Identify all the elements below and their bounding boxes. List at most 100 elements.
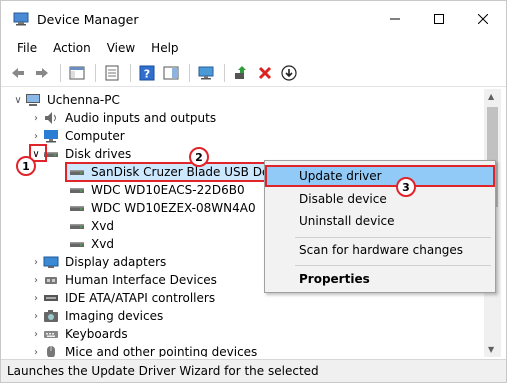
chevron-right-icon[interactable]: ›	[29, 271, 43, 289]
minimize-button[interactable]	[373, 1, 417, 37]
tree-item-xvd-1[interactable]: Xvd	[69, 217, 114, 235]
monitor-icon	[198, 66, 214, 79]
tree-item-label: Audio inputs and outputs	[65, 111, 217, 125]
menu-help[interactable]: Help	[143, 41, 186, 55]
status-bar: Launches the Update Driver Wizard for th…	[1, 359, 506, 382]
speaker-icon	[45, 112, 56, 124]
chevron-right-icon[interactable]: ›	[29, 127, 43, 145]
chevron-right-icon[interactable]: ›	[29, 253, 43, 271]
svg-text:?: ?	[144, 67, 150, 80]
status-text: Launches the Update Driver Wizard for th…	[7, 364, 319, 378]
tree-root[interactable]: ∨ Uchenna-PC	[11, 91, 120, 109]
camera-icon	[44, 310, 58, 322]
tree-item-label: Computer	[65, 129, 125, 143]
help-icon: ?	[139, 65, 155, 80]
chevron-right-icon[interactable]: ›	[29, 307, 43, 325]
close-button[interactable]	[461, 1, 505, 37]
window-title: Device Manager	[37, 12, 139, 27]
tree-item-sandisk[interactable]: SanDisk Cruzer Blade USB Device	[65, 162, 298, 182]
update-driver-button[interactable]	[230, 62, 252, 84]
step-badge-3: 3	[396, 177, 416, 197]
tree-item-label: Human Interface Devices	[65, 273, 217, 287]
tree-item-label: Imaging devices	[65, 309, 164, 323]
chevron-right-icon[interactable]: ›	[29, 343, 43, 358]
scroll-up-icon[interactable]: ▲	[488, 92, 494, 101]
uninstall-icon	[258, 66, 272, 79]
menu-item-properties[interactable]: Properties	[265, 268, 495, 290]
tree-item-ide[interactable]: › IDE ATA/ATAPI controllers	[29, 289, 215, 307]
tree-item-hid[interactable]: › Human Interface Devices	[29, 271, 217, 289]
update-driver-icon	[235, 65, 246, 79]
ide-icon	[44, 295, 58, 301]
properties-pane-icon	[69, 66, 85, 79]
tree-item-wdc-2[interactable]: WDC WD10EZEX-08WN4A0	[69, 199, 256, 217]
show-hide-console-tree-button[interactable]	[101, 62, 123, 84]
forward-button[interactable]	[31, 62, 53, 84]
tree-item-keyboards[interactable]: › Keyboards	[29, 325, 128, 343]
tree-item-label: WDC WD10EZEX-08WN4A0	[91, 201, 256, 215]
toolbar-separator	[224, 63, 225, 82]
menu-file[interactable]: File	[9, 41, 45, 55]
tree-item-label: Keyboards	[65, 327, 128, 341]
tree-item-wdc-1[interactable]: WDC WD10EACS-22D6B0	[69, 181, 245, 199]
computer-icon	[44, 130, 58, 143]
device-manager-window: Device Manager File Action View Help ? ∨…	[0, 0, 507, 383]
toolbar-separator	[189, 63, 190, 82]
tree-item-label: Xvd	[91, 219, 114, 233]
uninstall-button[interactable]	[254, 62, 276, 84]
tree-item-xvd-2[interactable]: Xvd	[69, 235, 114, 253]
tree-item-label: Display adapters	[65, 255, 167, 269]
menu-item-disable-device[interactable]: Disable device	[265, 188, 495, 210]
menu-bar: File Action View Help	[1, 37, 506, 59]
chevron-right-icon[interactable]: ›	[29, 325, 43, 343]
tree-item-mice[interactable]: › Mice and other pointing devices	[29, 343, 257, 357]
tree-item-label: WDC WD10EACS-22D6B0	[91, 183, 245, 197]
action-pane-button[interactable]	[160, 62, 182, 84]
maximize-icon	[434, 14, 444, 24]
device-manager-icon	[13, 12, 29, 26]
menu-item-uninstall-device[interactable]: Uninstall device	[265, 210, 495, 232]
menu-action[interactable]: Action	[45, 41, 99, 55]
keyboard-icon	[44, 331, 58, 338]
toolbar: ?	[1, 59, 506, 87]
disable-button[interactable]	[278, 62, 300, 84]
back-icon	[12, 67, 24, 78]
menu-item-scan-hardware[interactable]: Scan for hardware changes	[265, 239, 495, 261]
computer-icon	[26, 94, 40, 106]
tree-item-audio[interactable]: › Audio inputs and outputs	[29, 109, 216, 127]
menu-view[interactable]: View	[99, 41, 143, 55]
tree-item-imaging[interactable]: › Imaging devices	[29, 307, 163, 325]
disk-icon	[70, 206, 84, 211]
mouse-icon	[47, 346, 55, 357]
chevron-down-icon[interactable]: ∨	[11, 91, 25, 109]
chevron-right-icon[interactable]: ›	[29, 289, 43, 307]
tree-root-label: Uchenna-PC	[47, 93, 120, 107]
tree-item-display-adapters[interactable]: › Display adapters	[29, 253, 166, 271]
hid-icon	[45, 277, 57, 284]
scroll-down-icon[interactable]: ▼	[488, 345, 494, 354]
toolbar-separator	[60, 63, 61, 82]
properties-pane-button[interactable]	[66, 62, 88, 84]
disk-icon	[70, 188, 84, 193]
menu-separator	[295, 265, 491, 266]
tree-item-computer[interactable]: › Computer	[29, 127, 125, 145]
title-bar: Device Manager	[1, 1, 506, 37]
step-badge-1: 1	[16, 156, 36, 176]
disk-icon	[70, 242, 84, 247]
back-button[interactable]	[7, 62, 29, 84]
step-badge-2: 2	[189, 147, 209, 167]
tree-item-label: Xvd	[91, 237, 114, 251]
chevron-right-icon[interactable]: ›	[29, 109, 43, 127]
context-menu: Update driver Disable device Uninstall d…	[264, 160, 496, 293]
minimize-icon	[390, 18, 400, 20]
scan-hardware-button[interactable]	[195, 62, 217, 84]
disk-icon	[70, 224, 84, 229]
maximize-button[interactable]	[417, 1, 461, 37]
disk-icon	[70, 170, 84, 175]
help-button[interactable]: ?	[136, 62, 158, 84]
forward-icon	[36, 67, 48, 78]
toolbar-separator	[95, 63, 96, 82]
menu-separator	[295, 237, 491, 238]
menu-item-update-driver[interactable]: Update driver	[265, 165, 495, 187]
show-hide-console-tree-icon	[105, 65, 119, 80]
